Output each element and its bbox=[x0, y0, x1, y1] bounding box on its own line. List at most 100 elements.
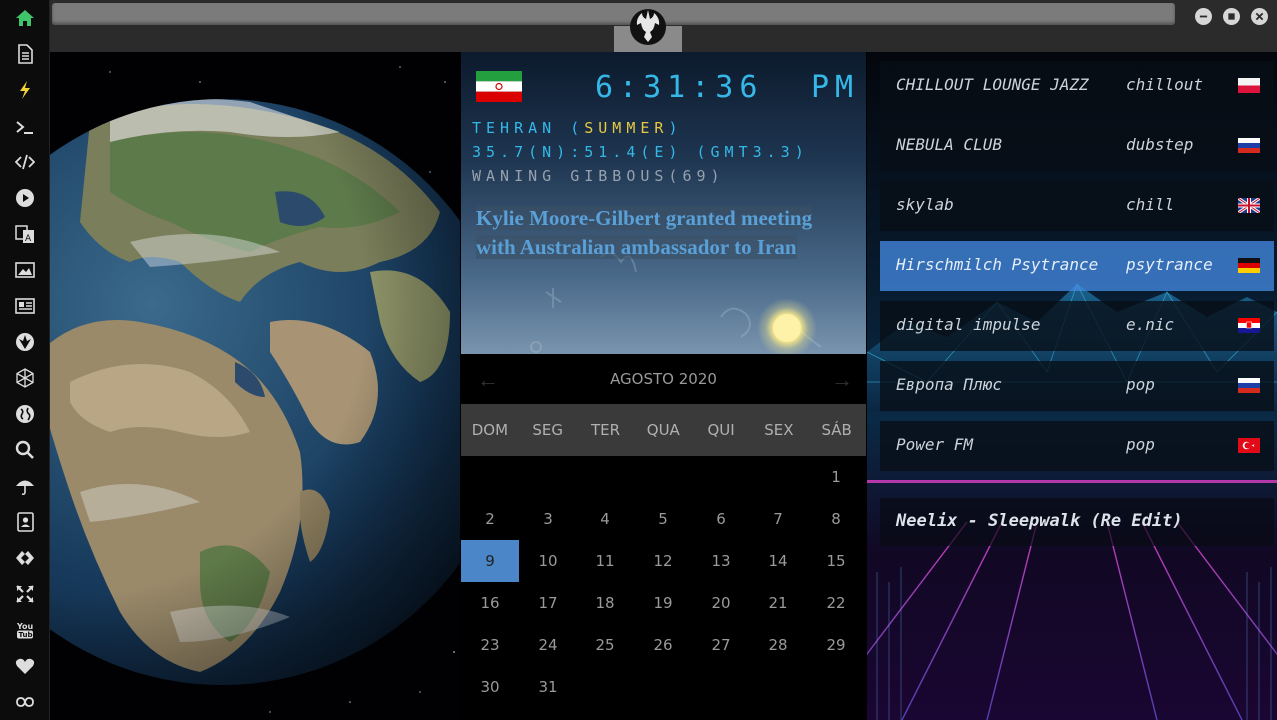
calendar-day[interactable]: 3 bbox=[519, 498, 577, 540]
russia-flag bbox=[1238, 138, 1260, 153]
rebel-alliance-icon bbox=[628, 6, 668, 46]
calendar-day[interactable]: 6 bbox=[692, 498, 750, 540]
hexagon-network-icon[interactable] bbox=[13, 366, 37, 390]
infinity-cloud-icon[interactable] bbox=[13, 690, 37, 714]
link-diamond-icon[interactable] bbox=[13, 546, 37, 570]
calendar-day[interactable]: 22 bbox=[807, 582, 865, 624]
drag-area[interactable] bbox=[52, 3, 1175, 25]
calendar-day[interactable]: 15 bbox=[807, 540, 865, 582]
earth-globe-view[interactable] bbox=[50, 52, 460, 720]
minimize-button[interactable] bbox=[1195, 8, 1212, 25]
station-genre: psytrance bbox=[1126, 255, 1213, 274]
season-label: SUMMER bbox=[584, 119, 669, 137]
search-icon[interactable] bbox=[13, 438, 37, 462]
clock-ampm: PM bbox=[811, 70, 860, 105]
news-headline[interactable]: Kylie Moore-Gilbert granted meeting with… bbox=[476, 204, 846, 262]
code-icon[interactable] bbox=[13, 150, 37, 174]
city-line: TEHRAN (SUMMER) bbox=[472, 119, 683, 137]
calendar-day[interactable]: 20 bbox=[692, 582, 750, 624]
calendar-day[interactable]: 25 bbox=[576, 624, 634, 666]
weekday-label: QUA bbox=[646, 421, 680, 439]
station-genre: pop bbox=[1126, 435, 1155, 454]
calendar-day[interactable]: 4 bbox=[576, 498, 634, 540]
calendar-day[interactable]: 16 bbox=[461, 582, 519, 624]
svg-text:Tube: Tube bbox=[19, 631, 36, 639]
umbrella-icon[interactable] bbox=[13, 474, 37, 498]
uk-flag bbox=[1238, 198, 1260, 213]
next-month-arrow-icon[interactable]: → bbox=[831, 367, 853, 393]
play-circle-icon[interactable] bbox=[13, 186, 37, 210]
station-genre: pop bbox=[1126, 375, 1155, 394]
moon-phase: WANING GIBBOUS(69) bbox=[472, 167, 725, 185]
weekday-label: SEG bbox=[532, 421, 563, 439]
calendar-day[interactable]: 1 bbox=[807, 456, 865, 498]
croatia-flag bbox=[1238, 318, 1260, 333]
expand-arrows-icon[interactable] bbox=[13, 582, 37, 606]
heart-icon[interactable] bbox=[13, 654, 37, 678]
station-item-active[interactable]: Hirschmilch Psytrance psytrance bbox=[880, 241, 1274, 291]
rebel-alliance-icon[interactable] bbox=[13, 330, 37, 354]
terminal-icon[interactable] bbox=[13, 115, 37, 139]
newspaper-icon[interactable] bbox=[13, 294, 37, 318]
station-item[interactable]: Европа Плюс pop bbox=[880, 361, 1274, 411]
radio-panel: CHILLOUT LOUNGE JAZZ chillout NEBULA CLU… bbox=[867, 52, 1277, 720]
calendar-day[interactable]: 23 bbox=[461, 624, 519, 666]
svg-text:You: You bbox=[16, 622, 34, 631]
calendar-day[interactable]: 19 bbox=[634, 582, 692, 624]
document-icon[interactable] bbox=[13, 42, 37, 66]
youtube-icon[interactable]: You Tube bbox=[13, 618, 37, 642]
close-button[interactable] bbox=[1251, 8, 1268, 25]
calendar-day[interactable]: 10 bbox=[519, 540, 577, 582]
calendar-day[interactable]: 17 bbox=[519, 582, 577, 624]
calendar-day[interactable]: 31 bbox=[519, 666, 577, 708]
clock-time: 6:31:36 bbox=[595, 70, 764, 105]
germany-flag bbox=[1238, 258, 1260, 273]
calendar-day[interactable]: 5 bbox=[634, 498, 692, 540]
russia-flag bbox=[1238, 378, 1260, 393]
prev-month-arrow-icon[interactable]: ← bbox=[477, 367, 499, 393]
lightning-icon[interactable] bbox=[13, 78, 37, 102]
weekday-label: SÁB bbox=[821, 421, 852, 439]
calendar-day[interactable]: 2 bbox=[461, 498, 519, 540]
station-item[interactable]: skylab chill bbox=[880, 181, 1274, 231]
globe-icon[interactable] bbox=[13, 402, 37, 426]
sidebar: A You Tube bbox=[0, 0, 50, 720]
news-headline-text[interactable]: Kylie Moore-Gilbert granted meeting with… bbox=[476, 206, 813, 259]
calendar-day[interactable]: 28 bbox=[749, 624, 807, 666]
svg-text:A: A bbox=[25, 234, 32, 244]
maximize-button[interactable] bbox=[1223, 8, 1240, 25]
station-item[interactable]: NEBULA CLUB dubstep bbox=[880, 121, 1274, 171]
now-playing: Neelix - Sleepwalk (Re Edit) bbox=[880, 498, 1274, 546]
poland-flag bbox=[1238, 78, 1260, 93]
station-item[interactable]: CHILLOUT LOUNGE JAZZ chillout bbox=[880, 61, 1274, 111]
station-name: digital impulse bbox=[896, 315, 1041, 334]
calendar-day-today[interactable]: 9 bbox=[461, 540, 519, 582]
weekday-label: DOM bbox=[471, 421, 509, 439]
calendar-day[interactable]: 13 bbox=[692, 540, 750, 582]
calendar-header: ← AGOSTO 2020 → bbox=[461, 354, 866, 404]
home-icon[interactable] bbox=[13, 6, 37, 30]
station-item[interactable]: digital impulse e.nic bbox=[880, 301, 1274, 351]
calendar-day[interactable]: 11 bbox=[576, 540, 634, 582]
calendar-day[interactable]: 24 bbox=[519, 624, 577, 666]
station-genre: chill bbox=[1126, 195, 1175, 214]
calendar-day[interactable]: 12 bbox=[634, 540, 692, 582]
calendar-day[interactable]: 14 bbox=[749, 540, 807, 582]
calendar-day[interactable]: 29 bbox=[807, 624, 865, 666]
now-playing-track: Neelix - Sleepwalk (Re Edit) bbox=[896, 511, 1183, 531]
translate-icon[interactable]: A bbox=[13, 222, 37, 246]
station-name: NEBULA CLUB bbox=[896, 135, 1002, 154]
calendar-weekdays: DOM SEG TER QUA QUI SEX SÁB bbox=[461, 404, 866, 456]
contacts-book-icon[interactable] bbox=[13, 510, 37, 534]
calendar-day[interactable]: 27 bbox=[692, 624, 750, 666]
station-item[interactable]: Power FM pop bbox=[880, 421, 1274, 471]
image-icon[interactable] bbox=[13, 258, 37, 282]
calendar-day[interactable]: 7 bbox=[749, 498, 807, 540]
calendar-day[interactable]: 21 bbox=[749, 582, 807, 624]
calendar-day[interactable]: 26 bbox=[634, 624, 692, 666]
calendar-day[interactable]: 30 bbox=[461, 666, 519, 708]
station-genre: e.nic bbox=[1126, 315, 1175, 334]
weekday-label: SEX bbox=[764, 421, 794, 439]
calendar-day[interactable]: 18 bbox=[576, 582, 634, 624]
calendar-day[interactable]: 8 bbox=[807, 498, 865, 540]
